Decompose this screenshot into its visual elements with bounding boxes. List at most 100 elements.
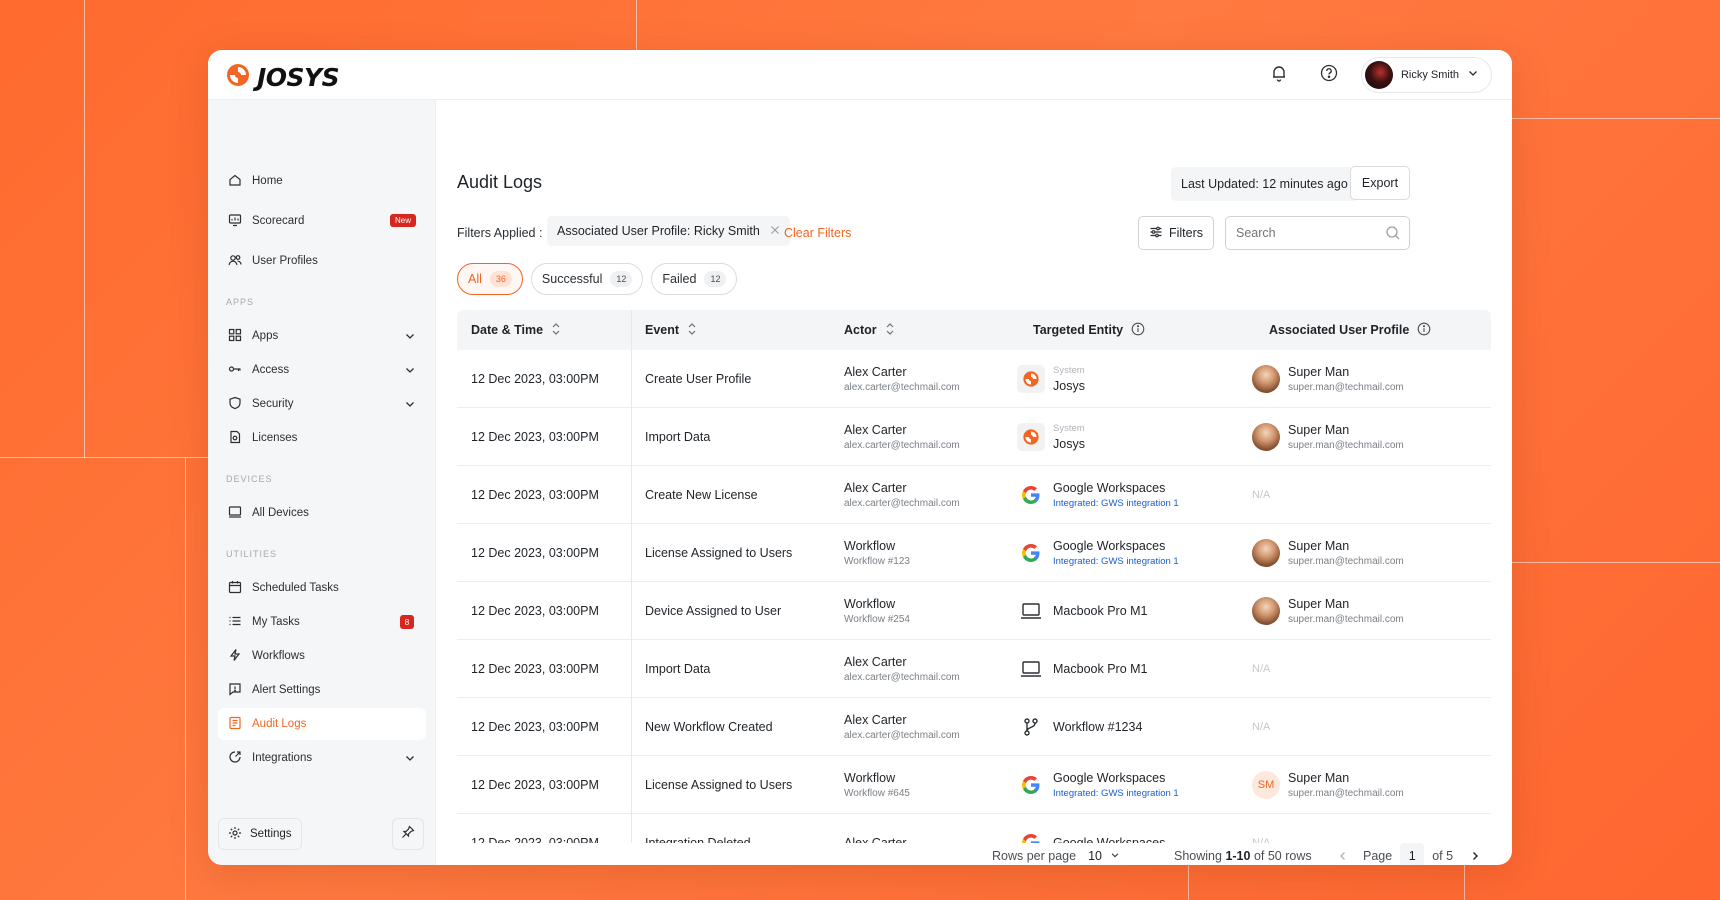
- entity-name: Macbook Pro M1: [1053, 604, 1148, 618]
- table-row[interactable]: 12 Dec 2023, 03:00PM License Assigned to …: [457, 524, 1491, 582]
- table-row[interactable]: 12 Dec 2023, 03:00PM Create New License Al…: [457, 466, 1491, 524]
- sidebar-item-my-tasks[interactable]: My Tasks 8: [218, 606, 426, 638]
- pin-sidebar-button[interactable]: [392, 818, 424, 850]
- not-applicable: N/A: [1252, 721, 1271, 733]
- column-header-actor[interactable]: Actor: [844, 310, 895, 350]
- user-name[interactable]: Super Man: [1288, 539, 1404, 553]
- info-icon[interactable]: [1417, 322, 1431, 339]
- table-row[interactable]: 12 Dec 2023, 03:00PM Import Data Alex Cart…: [457, 408, 1491, 466]
- user-name[interactable]: Super Man: [1288, 423, 1404, 437]
- table-row[interactable]: 12 Dec 2023, 03:00PM Create User Profile A…: [457, 350, 1491, 408]
- rows-per-page: Rows per page 10: [992, 841, 1120, 865]
- cell-date: 12 Dec 2023, 03:00PM: [471, 372, 599, 386]
- user-menu[interactable]: Ricky Smith: [1360, 57, 1492, 93]
- tab-all[interactable]: All 36: [457, 263, 523, 295]
- sidebar-item-alert-settings[interactable]: Alert Settings: [218, 674, 426, 706]
- search-input[interactable]: [1236, 226, 1376, 240]
- sidebar-item-user-profiles[interactable]: User Profiles: [218, 245, 426, 277]
- tab-failed[interactable]: Failed 12: [651, 263, 738, 295]
- clear-filters-link[interactable]: Clear Filters: [784, 226, 851, 240]
- actor-name: Alex Carter: [844, 423, 907, 437]
- table-row[interactable]: 12 Dec 2023, 03:00PM Integration Deleted A…: [457, 814, 1491, 843]
- cell-associated-user: N/A: [1252, 698, 1270, 756]
- cell-targeted-entity: Macbook Pro M1: [1017, 582, 1147, 640]
- tab-count: 12: [610, 271, 633, 287]
- sidebar-item-scorecard[interactable]: Scorecard New: [218, 205, 426, 237]
- sidebar-item-label: Home: [252, 175, 283, 187]
- avatar: SM: [1252, 771, 1280, 799]
- table-row[interactable]: 12 Dec 2023, 03:00PM Device Assigned to U…: [457, 582, 1491, 640]
- cell-associated-user: N/A: [1252, 466, 1270, 524]
- entity-name: Workflow #1234: [1053, 720, 1143, 734]
- monitor-icon: [228, 505, 242, 522]
- background-line: [84, 0, 85, 458]
- prev-page-button[interactable]: [1337, 850, 1349, 862]
- cell-date: 12 Dec 2023, 03:00PM: [471, 430, 599, 444]
- scorecard-icon: [228, 213, 242, 230]
- cell-actor: Workflow Workflow #645: [844, 756, 910, 814]
- table-row[interactable]: 12 Dec 2023, 03:00PM Import Data Alex Cart…: [457, 640, 1491, 698]
- next-page-button[interactable]: [1469, 850, 1481, 862]
- sidebar-item-audit-logs[interactable]: Audit Logs: [218, 708, 426, 740]
- page-title: Audit Logs: [457, 172, 543, 192]
- sidebar-item-integrations[interactable]: Integrations: [218, 742, 426, 774]
- background-line: [1512, 118, 1720, 119]
- user-name[interactable]: Super Man: [1288, 597, 1404, 611]
- settings-button[interactable]: Settings: [218, 818, 302, 850]
- josys-logo-icon: [1017, 365, 1045, 393]
- help-button[interactable]: [1311, 57, 1347, 93]
- actor-detail: alex.carter@techmail.com: [844, 382, 960, 393]
- user-name[interactable]: Super Man: [1288, 771, 1404, 785]
- rows-per-page-select[interactable]: 10: [1088, 849, 1120, 863]
- table-row[interactable]: 12 Dec 2023, 03:00PM License Assigned to …: [457, 756, 1491, 814]
- sidebar-item-label: Licenses: [252, 432, 298, 444]
- josys-logo-icon: [1017, 423, 1045, 451]
- entity-name: Josys: [1053, 437, 1085, 451]
- sidebar-item-apps[interactable]: Apps: [218, 320, 426, 352]
- sidebar-item-home[interactable]: Home: [218, 165, 426, 197]
- tasks-icon: [228, 614, 242, 631]
- cell-actor: Alex Carter alex.carter@techmail.com: [844, 350, 960, 408]
- sidebar-item-label: Access: [252, 364, 290, 376]
- cell-event: Import Data: [645, 430, 711, 444]
- table-row[interactable]: 12 Dec 2023, 03:00PM New Workflow Created…: [457, 698, 1491, 756]
- cell-date: 12 Dec 2023, 03:00PM: [471, 662, 599, 676]
- sidebar-item-label: Audit Logs: [252, 718, 307, 730]
- logo-text: JOSYS: [257, 63, 340, 92]
- sidebar-item-access[interactable]: Access: [218, 354, 426, 386]
- column-header-event[interactable]: Event: [645, 310, 697, 350]
- cell-date: 12 Dec 2023, 03:00PM: [471, 720, 599, 734]
- sidebar-item-workflows[interactable]: Workflows: [218, 640, 426, 672]
- search-box[interactable]: [1225, 216, 1410, 250]
- sidebar-item-security[interactable]: Security: [218, 388, 426, 420]
- sidebar-item-all-devices[interactable]: All Devices: [218, 497, 426, 529]
- filters-button[interactable]: Filters: [1138, 216, 1214, 250]
- actor-name: Alex Carter: [844, 836, 907, 843]
- column-header-date[interactable]: Date & Time: [471, 310, 561, 350]
- actor-name: Workflow: [844, 771, 896, 785]
- cell-event: Integration Deleted: [645, 836, 751, 843]
- user-name[interactable]: Super Man: [1288, 365, 1404, 379]
- cell-targeted-entity: Google Workspaces Integrated: GWS integra…: [1017, 524, 1179, 582]
- grid-icon: [228, 328, 242, 345]
- column-header-associated-user: Associated User Profile: [1269, 310, 1431, 350]
- cell-associated-user: N/A: [1252, 814, 1270, 843]
- josys-logo-icon: [225, 62, 251, 93]
- search-icon: [1385, 225, 1401, 246]
- chevron-down-icon: [404, 330, 416, 345]
- notifications-button[interactable]: [1261, 57, 1297, 93]
- integration-link[interactable]: Integrated: GWS integration 1: [1053, 556, 1179, 567]
- app-window: JOSYS Ricky Smith Home Scorecard New Use…: [208, 50, 1512, 865]
- column-divider: [631, 310, 632, 843]
- info-icon[interactable]: [1131, 322, 1145, 339]
- current-page-input[interactable]: 1: [1400, 843, 1425, 865]
- integration-link[interactable]: Integrated: GWS integration 1: [1053, 498, 1179, 509]
- integration-link[interactable]: Integrated: GWS integration 1: [1053, 788, 1179, 799]
- logo[interactable]: JOSYS: [225, 62, 340, 93]
- close-icon[interactable]: [770, 224, 780, 238]
- tab-successful[interactable]: Successful 12: [530, 263, 644, 295]
- sidebar-item-licenses[interactable]: Licenses: [218, 422, 426, 454]
- sidebar-item-scheduled-tasks[interactable]: Scheduled Tasks: [218, 572, 426, 604]
- entity-name: Google Workspaces: [1053, 481, 1166, 495]
- export-button[interactable]: Export: [1350, 166, 1410, 200]
